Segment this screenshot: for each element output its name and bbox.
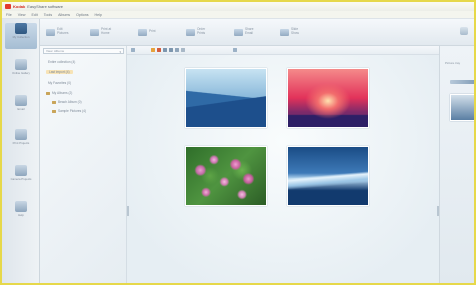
window-title: EasyShare software <box>27 4 64 9</box>
tag-icon[interactable] <box>175 48 179 52</box>
menu-tools[interactable]: Tools <box>44 13 52 17</box>
nav-label: Email <box>17 107 25 111</box>
album-icon <box>52 109 56 113</box>
tree-label: Last import (4) <box>49 70 70 74</box>
edit-pictures-label: Edit Pictures <box>57 27 69 35</box>
print-projects-icon <box>15 129 27 140</box>
tree-sample-pictures[interactable]: Sample Pictures (4) <box>52 109 86 113</box>
app-window: Kodak EasyShare software File View Edit … <box>0 0 476 285</box>
nav-label: Online Gallery <box>12 71 30 75</box>
nav-my-collection[interactable]: My Collection <box>5 23 37 49</box>
print-icon <box>138 28 147 36</box>
photo-blue-mountains[interactable] <box>185 68 267 128</box>
my-collection-icon <box>15 23 27 34</box>
menu-help[interactable]: Help <box>95 13 102 17</box>
tree-label: My Favorites (0) <box>48 81 72 85</box>
view-dropdown-value: View: Albums <box>46 49 64 53</box>
zoom-icon[interactable] <box>233 48 237 52</box>
tray-selection-bar[interactable] <box>450 80 474 84</box>
email-icon <box>15 95 27 106</box>
nav-label: My Collection <box>12 35 30 39</box>
order-prints-button[interactable]: Order Prints <box>186 26 211 38</box>
print-button[interactable]: Print <box>138 26 163 38</box>
chevron-down-icon: ▾ <box>119 50 121 54</box>
title-bar: Kodak EasyShare software <box>2 2 474 11</box>
collapse-toolbar-icon[interactable] <box>460 27 468 35</box>
nav-label: Print Projects <box>12 141 30 145</box>
tree-label: Entire collection (4) <box>48 60 76 64</box>
menu-albums[interactable]: Albums <box>58 13 70 17</box>
tree-entire-collection[interactable]: Entire collection (4) <box>48 60 75 64</box>
nav-camera-projects[interactable]: Camera Projects <box>5 165 37 191</box>
folder-panel: View: Albums ▾ Entire collection (4) Las… <box>40 46 127 283</box>
nav-print-projects[interactable]: Print Projects <box>5 129 37 155</box>
star-icon[interactable] <box>151 48 155 52</box>
menu-options[interactable]: Options <box>76 13 88 17</box>
left-splitter-handle[interactable] <box>127 206 129 216</box>
picture-tray: Picture tray <box>439 46 474 283</box>
edit-pictures-button[interactable]: Edit Pictures <box>46 26 71 38</box>
help-icon <box>15 201 27 212</box>
print-at-home-icon <box>90 28 99 36</box>
online-gallery-icon <box>15 59 27 70</box>
print-at-home-button[interactable]: Print at Home <box>90 26 115 38</box>
photo-winter-frost[interactable] <box>287 146 369 206</box>
camera-icon <box>15 165 27 176</box>
tree-my-albums[interactable]: My Albums (2) <box>46 91 72 95</box>
print-at-home-label: Print at Home <box>101 27 112 35</box>
grid-toolbar <box>127 46 439 55</box>
menu-view[interactable]: View <box>18 13 26 17</box>
photo-water-lilies[interactable] <box>185 146 267 206</box>
tree-my-favorites[interactable]: My Favorites (0) <box>48 81 71 85</box>
tray-thumbnail[interactable] <box>450 94 474 121</box>
rotate-right-icon[interactable] <box>169 48 173 52</box>
menu-bar: File View Edit Tools Albums Options Help <box>2 11 474 19</box>
brand-name: Kodak <box>13 4 26 9</box>
slide-show-icon <box>280 28 289 36</box>
left-nav: My Collection Online Gallery Email Print… <box>2 19 40 283</box>
nav-email[interactable]: Email <box>5 95 37 121</box>
tree-label: Beach Album (0) <box>58 100 82 104</box>
album-icon <box>52 100 56 104</box>
rotate-left-icon[interactable] <box>163 48 167 52</box>
nav-help[interactable]: Help <box>5 201 37 227</box>
tree-label: My Albums (2) <box>52 91 73 95</box>
order-prints-icon <box>186 28 195 36</box>
share-email-button[interactable]: Share Email <box>234 26 259 38</box>
tree-last-import[interactable]: Last import (4) <box>46 70 73 74</box>
menu-file[interactable]: File <box>6 13 12 17</box>
menu-edit[interactable]: Edit <box>32 13 38 17</box>
print-label: Print <box>149 29 156 34</box>
order-prints-label: Order Prints <box>197 27 206 35</box>
picture-tray-title: Picture tray <box>445 61 461 65</box>
slide-show-button[interactable]: Slide Show <box>280 26 305 38</box>
share-email-label: Share Email <box>245 27 254 35</box>
tree-label: Sample Pictures (4) <box>58 109 86 113</box>
nav-label: Camera Projects <box>10 177 32 181</box>
slide-show-label: Slide Show <box>291 27 299 35</box>
view-toggle-icon[interactable] <box>131 48 135 52</box>
kodak-logo-icon <box>5 4 11 9</box>
share-email-icon <box>234 28 243 36</box>
folder-icon <box>46 91 50 95</box>
delete-icon[interactable] <box>181 48 185 52</box>
nav-online-gallery[interactable]: Online Gallery <box>5 59 37 85</box>
edit-picture-icon <box>46 28 55 36</box>
view-dropdown[interactable]: View: Albums ▾ <box>43 48 124 54</box>
heart-icon[interactable] <box>157 48 161 52</box>
main-toolbar: Edit Pictures Print at Home Print Order … <box>40 19 474 46</box>
photo-sunset[interactable] <box>287 68 369 128</box>
tree-beach-album[interactable]: Beach Album (0) <box>52 100 82 104</box>
nav-label: Help <box>18 213 24 217</box>
photo-grid <box>127 46 439 283</box>
